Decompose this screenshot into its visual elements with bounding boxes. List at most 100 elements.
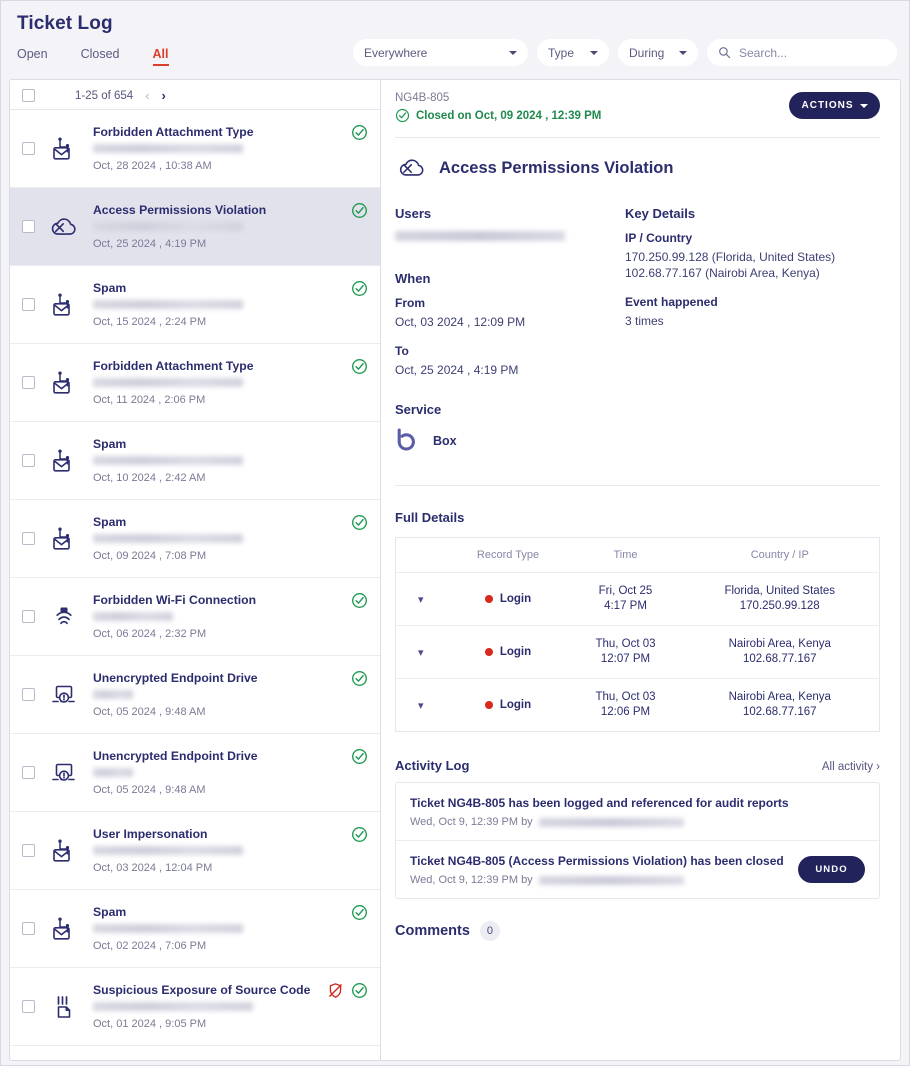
list-item-text: Forbidden Attachment Type Oct, 11 2024 ,… (93, 359, 339, 406)
col-record-type: Record Type (445, 537, 571, 573)
list-item[interactable]: User Impersonation Oct, 03 2024 , 12:04 … (10, 812, 380, 890)
during-filter-dropdown[interactable]: During (618, 39, 698, 66)
chevron-down-icon[interactable]: ▾ (418, 594, 424, 606)
check-circle-icon (351, 748, 368, 765)
row-checkbox[interactable] (22, 454, 35, 467)
comments-header: Comments 0 (395, 921, 880, 941)
list-item[interactable]: Unencrypted Endpoint Drive Oct, 05 2024 … (10, 656, 380, 734)
monitor-alert-icon (47, 682, 81, 708)
tab-all[interactable]: All (152, 47, 169, 66)
tab-open[interactable]: Open (17, 47, 48, 66)
search-input[interactable]: Search... (739, 46, 787, 60)
list-item[interactable]: Forbidden Attachment Type Oct, 11 2024 ,… (10, 344, 380, 422)
country-value: Florida, United States (724, 585, 836, 597)
actions-button[interactable]: ACTIONS (789, 92, 880, 119)
list-item[interactable]: Forbidden Wi-Fi Connection Oct, 06 2024 … (10, 578, 380, 656)
col-time: Time (570, 537, 681, 573)
search-box[interactable]: Search... (707, 39, 897, 66)
check-circle-icon (351, 514, 368, 531)
list-item[interactable]: Spam Oct, 09 2024 , 7:08 PM (10, 500, 380, 578)
users-value-redacted (395, 231, 565, 241)
row-checkbox[interactable] (22, 532, 35, 545)
scope-filter-dropdown[interactable]: Everywhere (353, 39, 528, 66)
list-item-date: Oct, 25 2024 , 4:19 PM (93, 238, 207, 250)
list-item-text: Unencrypted Endpoint Drive Oct, 05 2024 … (93, 671, 339, 718)
row-checkbox[interactable] (22, 220, 35, 233)
list-item-user-redacted (93, 378, 243, 387)
list-item-date: Oct, 05 2024 , 9:48 AM (93, 706, 206, 718)
type-filter-dropdown[interactable]: Type (537, 39, 609, 66)
table-row[interactable]: ▾ Login Thu, Oct 03 12:06 PM Nairobi Area… (396, 679, 880, 732)
list-item[interactable]: Spam Oct, 02 2024 , 7:06 PM (10, 890, 380, 968)
list-item-text: Unencrypted Endpoint Drive Oct, 05 2024 … (93, 749, 339, 796)
select-all-checkbox[interactable] (22, 89, 35, 102)
row-checkbox[interactable] (22, 844, 35, 857)
check-circle-icon (351, 358, 368, 375)
row-checkbox[interactable] (22, 142, 35, 155)
list-item[interactable]: Spam Oct, 15 2024 , 2:24 PM (10, 266, 380, 344)
list-item-text: Forbidden Wi-Fi Connection Oct, 06 2024 … (93, 593, 339, 640)
list-item-user-redacted (93, 612, 173, 621)
list-item-status (351, 670, 368, 687)
detail-columns: Users When From Oct, 03 2024 , 12:09 PM … (395, 206, 880, 392)
activity-text-block: Ticket NG4B-805 (Access Permissions Viol… (410, 853, 788, 886)
list-item[interactable]: Spam Oct, 10 2024 , 2:42 AM (10, 422, 380, 500)
during-filter-label: During (629, 45, 665, 60)
list-item[interactable]: Suspicious Exposure of Source Code Oct, … (10, 968, 380, 1046)
time-day: Fri, Oct 25 (598, 585, 653, 597)
pagination-next-button[interactable]: › (162, 88, 166, 103)
row-checkbox[interactable] (22, 298, 35, 311)
service-row: Box (395, 427, 880, 455)
table-row[interactable]: ▾ Login Thu, Oct 03 12:07 PM Nairobi Area… (395, 625, 880, 679)
header-divider (395, 137, 880, 138)
expand-row-cell[interactable]: ▾ (396, 679, 446, 732)
check-circle-icon (351, 592, 368, 609)
list-item[interactable]: Forbidden Attachment Type Oct, 28 2024 ,… (10, 110, 380, 188)
wifi-icon (47, 604, 81, 630)
time-clock: 12:06 PM (600, 706, 651, 718)
pagination: 1-25 of 654 ‹ › (75, 88, 166, 103)
row-checkbox[interactable] (22, 610, 35, 623)
country-ip-cell: Florida, United States 170.250.99.128 (680, 572, 880, 626)
activity-log-label: Activity Log (395, 758, 470, 773)
list-item[interactable]: Unencrypted Endpoint Drive Oct, 05 2024 … (10, 734, 380, 812)
list-item-user-redacted (93, 768, 133, 777)
status-badge: Closed on Oct, 09 2024 , 12:39 PM (395, 108, 601, 123)
mail-alert-icon (47, 837, 81, 865)
list-item-text: Suspicious Exposure of Source Code Oct, … (93, 983, 315, 1030)
table-row[interactable]: ▾ Login Fri, Oct 25 4:17 PM Florida, Unit… (395, 572, 880, 626)
ip-country-value: 170.250.99.128 (Florida, United States) … (625, 250, 836, 280)
main-split: 1-25 of 654 ‹ › Forbidden Attachment Typ… (9, 79, 901, 1061)
expand-row-cell[interactable]: ▾ (395, 572, 446, 626)
pagination-prev-button[interactable]: ‹ (145, 88, 149, 103)
chevron-down-icon[interactable]: ▾ (418, 700, 424, 712)
list-item[interactable]: Access Permissions Violation Oct, 25 202… (10, 188, 380, 266)
box-logo-icon (395, 427, 421, 455)
activity-author-redacted (538, 817, 684, 827)
expand-row-cell[interactable]: ▾ (395, 625, 446, 679)
detail-left-column: Users When From Oct, 03 2024 , 12:09 PM … (395, 206, 625, 392)
record-type-value: Login (499, 645, 532, 658)
tab-closed[interactable]: Closed (81, 47, 120, 66)
check-circle-icon (351, 202, 368, 219)
list-item-user-redacted (93, 1002, 253, 1011)
list-item-date: Oct, 02 2024 , 7:06 PM (93, 940, 207, 952)
list-item-date: Oct, 03 2024 , 12:04 PM (93, 862, 213, 874)
severity-dot-icon (484, 700, 493, 709)
users-label: Users (395, 206, 432, 221)
chevron-down-icon[interactable]: ▾ (418, 647, 424, 659)
check-circle-icon (351, 826, 368, 843)
row-checkbox[interactable] (22, 688, 35, 701)
row-checkbox[interactable] (22, 766, 35, 779)
list-item-title: Forbidden Attachment Type (93, 359, 254, 373)
row-checkbox[interactable] (22, 1000, 35, 1013)
actions-button-label: ACTIONS (801, 100, 854, 111)
all-activity-link[interactable]: All activity › (822, 761, 880, 773)
ticket-list-pane: 1-25 of 654 ‹ › Forbidden Attachment Typ… (9, 79, 381, 1061)
row-checkbox[interactable] (22, 376, 35, 389)
list-item-date: Oct, 06 2024 , 2:32 PM (93, 628, 207, 640)
row-checkbox[interactable] (22, 922, 35, 935)
undo-button[interactable]: UNDO (798, 856, 865, 883)
event-happened-value: 3 times (625, 314, 664, 328)
ip-country-label: IP / Country (625, 231, 693, 245)
